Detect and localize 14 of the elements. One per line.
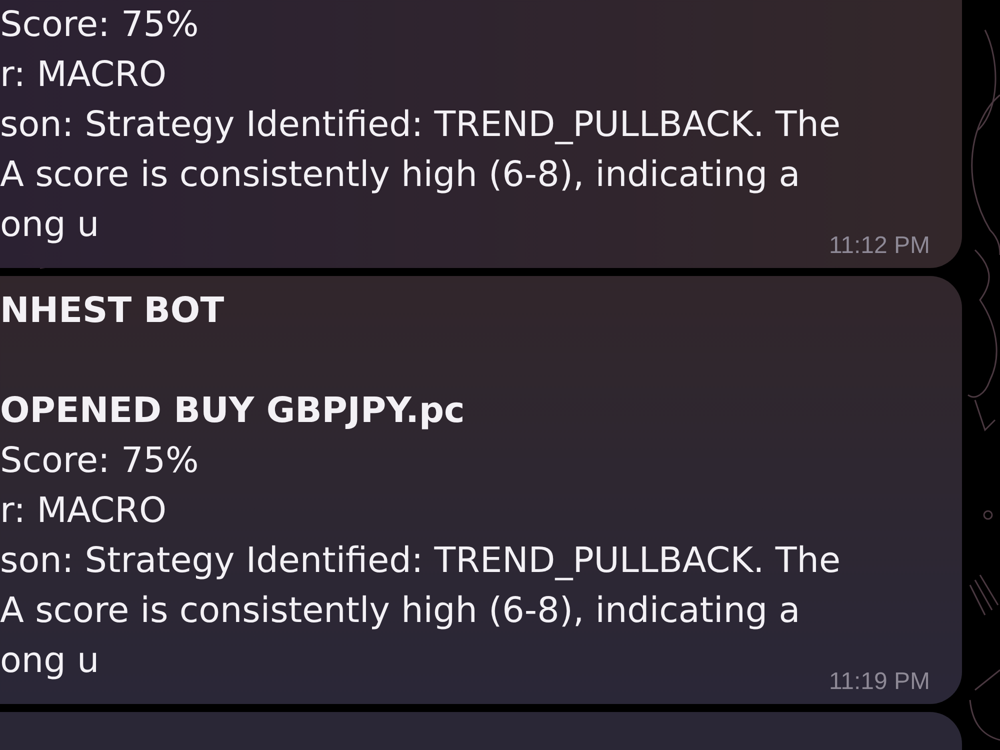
message-text: son: Strategy Identified: TREND_PULLBACK. The [0, 540, 840, 583]
message-title: OPENED BUY GBPJPY.pc [0, 390, 465, 433]
message-text: A score is consistently high (6-8), indicating a [0, 154, 800, 197]
sender-name: NHEST BOT [0, 290, 224, 333]
message-text: ong u [0, 640, 100, 683]
message-text: r: MACRO [0, 490, 167, 533]
message-text: A score is consistently high (6-8), indicating a [0, 590, 800, 633]
message-text: Score: 75% [0, 440, 199, 483]
message-text: r: MACRO [0, 54, 167, 97]
message-text: Score: 75% [0, 4, 199, 47]
message-text: ong u [0, 204, 100, 247]
message-time: 11:12 PM [829, 232, 930, 260]
message-time: 11:19 PM [829, 668, 930, 696]
message-text: son: Strategy Identified: TREND_PULLBACK. The [0, 104, 840, 147]
